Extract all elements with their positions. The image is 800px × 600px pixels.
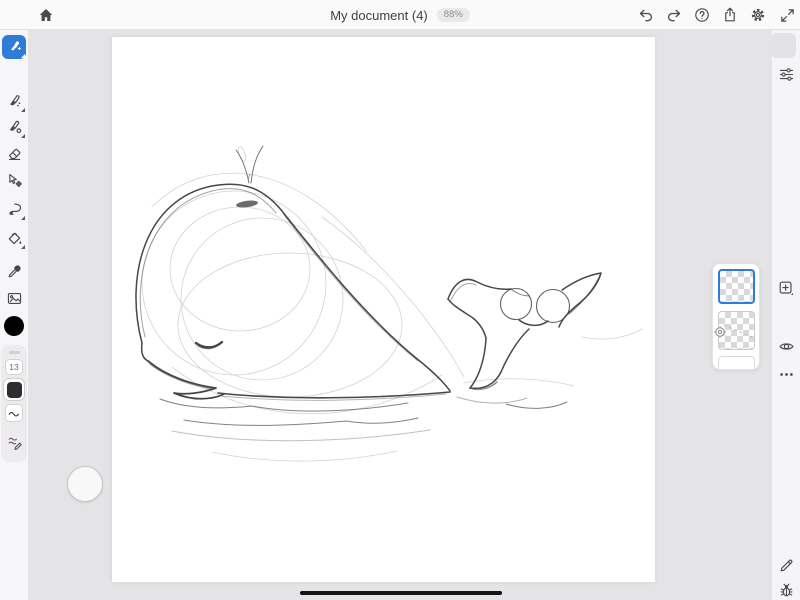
image-icon	[6, 290, 23, 307]
submenu-indicator	[21, 134, 25, 138]
brush-size-field[interactable]: 13	[5, 359, 23, 375]
paintbrush-icon	[6, 39, 23, 56]
submenu-indicator	[21, 108, 25, 112]
tool-place-image[interactable]	[0, 285, 28, 311]
wave-icon	[8, 409, 21, 418]
share-icon	[721, 6, 739, 24]
redo-icon	[665, 6, 683, 24]
move-cursor-icon	[6, 172, 23, 189]
more-options-button[interactable]	[776, 364, 796, 384]
settings-button[interactable]	[748, 5, 768, 25]
add-layer-button[interactable]	[776, 278, 796, 298]
tool-pixel-brush[interactable]	[0, 34, 28, 60]
tool-lasso-select[interactable]	[0, 196, 28, 222]
eyedropper-icon	[6, 263, 23, 280]
transform-badge-icon	[713, 325, 727, 339]
tool-eraser[interactable]	[0, 140, 28, 166]
tool-live-brush[interactable]	[0, 88, 28, 114]
document-title: My document (4)	[330, 8, 428, 23]
undo-icon	[637, 6, 655, 24]
layer-thumbnail-background[interactable]	[718, 356, 755, 370]
undo-button[interactable]	[636, 5, 656, 25]
fullscreen-icon	[779, 7, 796, 24]
top-bar: My document (4) 88%	[0, 0, 800, 30]
fullscreen-button[interactable]	[777, 5, 797, 25]
brush-settings-button[interactable]	[6, 433, 23, 450]
report-bug-icon	[778, 582, 795, 599]
tool-paint-fill[interactable]	[0, 225, 28, 251]
brush-settings-icon	[7, 434, 23, 450]
pencil-only-icon	[778, 557, 795, 574]
whale-sketch	[112, 37, 655, 582]
adjustments-button[interactable]	[776, 64, 796, 84]
layer-visibility-button[interactable]	[776, 336, 796, 356]
tool-vector-brush[interactable]	[0, 114, 28, 140]
brush-color-fill	[7, 382, 22, 398]
ink-brush-icon	[6, 93, 23, 110]
selected-panel-highlight	[771, 33, 796, 58]
redo-button[interactable]	[664, 5, 684, 25]
submenu-indicator	[21, 216, 25, 220]
settings-gear-icon	[749, 6, 767, 24]
share-button[interactable]	[720, 5, 740, 25]
layer-visibility-icon	[778, 338, 795, 355]
report-bug-button[interactable]	[776, 580, 796, 600]
brush-color-chip[interactable]	[3, 378, 25, 401]
add-layer-icon	[777, 279, 795, 297]
help-icon	[693, 6, 711, 24]
tool-eyedropper[interactable]	[0, 258, 28, 284]
pencil-only-mode-button[interactable]	[776, 555, 796, 575]
layer-thumbnail-2[interactable]	[718, 311, 755, 350]
primary-color-swatch[interactable]	[4, 316, 24, 336]
layer-thumbnail-1[interactable]	[718, 269, 755, 304]
help-button[interactable]	[692, 5, 712, 25]
brush-options-panel: 13	[1, 345, 27, 462]
submenu-indicator	[21, 54, 25, 58]
zoom-level-badge[interactable]: 88%	[437, 8, 470, 22]
right-sidebar	[772, 30, 800, 600]
paint-bucket-icon	[6, 230, 23, 247]
eraser-icon	[6, 145, 23, 162]
touch-shortcut-button[interactable]	[67, 466, 103, 502]
sliders-icon	[778, 66, 795, 83]
drawing-canvas[interactable]	[112, 37, 655, 582]
smoothing-control[interactable]	[5, 404, 23, 422]
lasso-icon	[6, 201, 23, 218]
more-options-icon	[778, 366, 795, 383]
home-indicator-bar[interactable]	[300, 591, 502, 595]
left-toolbar: 13	[0, 30, 28, 600]
vector-brush-icon	[6, 119, 23, 136]
panel-drag-handle[interactable]	[9, 351, 20, 354]
layers-panel	[712, 263, 760, 370]
submenu-indicator	[21, 245, 25, 249]
fresco-app: { "topbar": { "title": "My document (4)"…	[0, 0, 800, 600]
tool-move[interactable]	[0, 167, 28, 193]
